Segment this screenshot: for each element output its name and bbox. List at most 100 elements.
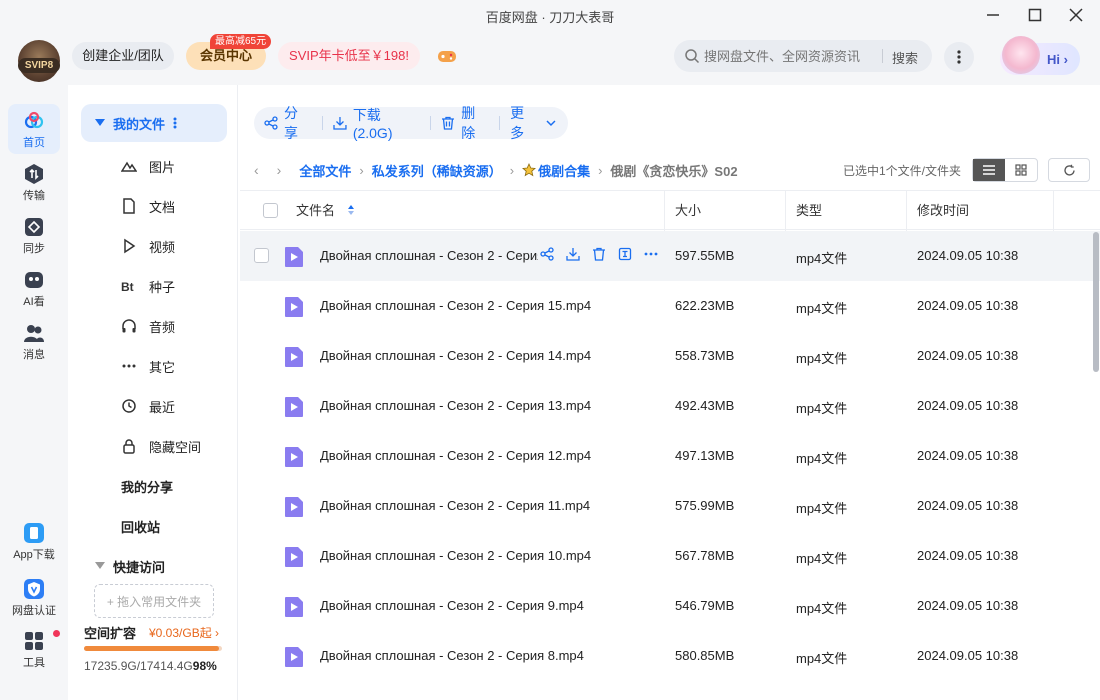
file-type: mp4文件 [796, 651, 848, 666]
column-type[interactable]: 类型 [786, 191, 907, 231]
video-file-icon [284, 246, 304, 268]
share-icon[interactable] [540, 247, 554, 261]
sidebar-item-documents[interactable]: 文档 [81, 187, 227, 225]
caret-down-icon [95, 562, 105, 569]
delete-button[interactable]: 删除 [431, 105, 499, 141]
file-name[interactable]: Двойная сплошная - Сезон 2 - Серия 11.mp… [320, 498, 590, 513]
file-type: mp4文件 [796, 451, 848, 466]
sync-icon [25, 218, 43, 236]
file-size: 622.23MB [675, 298, 735, 313]
sidebar-my-share[interactable]: 我的分享 [81, 467, 227, 505]
space-expand-title[interactable]: 空间扩容 [84, 623, 136, 642]
sidebar-item-images[interactable]: 图片 [81, 147, 227, 185]
torrent-icon: Bt [121, 280, 134, 294]
sidebar-item-hidden-space[interactable]: 隐藏空间 [81, 427, 227, 465]
table-row[interactable]: Двойная сплошная - Сезон 2 - Серия 8.mp4… [240, 631, 1100, 681]
file-size: 492.43MB [675, 398, 735, 413]
file-name[interactable]: Двойная сплошная - Сезон 2 - Серия 9.mp4 [320, 598, 584, 613]
select-all-checkbox[interactable] [263, 203, 278, 218]
move-icon[interactable] [618, 247, 632, 261]
table-row[interactable]: Двойная сплошная - Сезон 2 - Серия 11.mp… [240, 481, 1100, 531]
more-icon[interactable] [644, 247, 658, 261]
list-view-button[interactable] [973, 159, 1005, 181]
back-arrow-icon[interactable]: ‹ [254, 162, 259, 178]
file-name[interactable]: Двойная сплошная - Сезон 2 - Серия 15.mp… [320, 298, 591, 313]
rail-sync[interactable]: 同步 [8, 210, 60, 260]
breadcrumb-private-series[interactable]: 私发系列（稀缺资源） [372, 161, 502, 180]
quick-access-drop-zone[interactable]: + 拖入常用文件夹 [94, 584, 214, 618]
rail-messages[interactable]: 消息 [8, 316, 60, 366]
space-expand-price[interactable]: ¥0.03/GB起 › [149, 624, 219, 641]
list-view-icon [983, 165, 995, 175]
sidebar-item-recent[interactable]: 最近 [81, 387, 227, 425]
column-size[interactable]: 大小 [665, 191, 786, 231]
file-toolbar: 分享 下载(2.0G) 删除 更多 [254, 105, 568, 141]
table-row[interactable]: Двойная сплошная - Сезон 2 - Серия 16.mp… [240, 231, 1100, 281]
file-modified-time: 2024.09.05 10:38 [917, 598, 1019, 613]
tools-notification-dot [53, 630, 60, 637]
search-button[interactable]: 搜索 [892, 48, 918, 67]
file-type: mp4文件 [796, 601, 848, 616]
table-row[interactable]: Двойная сплошная - Сезон 2 - Серия 9.mp4… [240, 581, 1100, 631]
breadcrumb-separator: › [359, 162, 364, 178]
search-divider [882, 49, 883, 63]
minimize-button[interactable] [978, 4, 1008, 26]
table-row[interactable]: Двойная сплошная - Сезон 2 - Серия 12.mp… [240, 431, 1100, 481]
maximize-icon [1028, 8, 1042, 22]
sidebar-my-files[interactable]: 我的文件 [81, 104, 227, 142]
create-enterprise-button[interactable]: 创建企业/团队 [72, 42, 174, 70]
svip-promo-button[interactable]: SVIP年卡低至￥198! [278, 42, 420, 70]
breadcrumb-all-files[interactable]: 全部文件 [299, 161, 351, 180]
rail-app-download[interactable]: App下载 [8, 516, 60, 566]
sidebar-recycle-bin[interactable]: 回收站 [81, 507, 227, 545]
rail-home[interactable]: 首页 [8, 104, 60, 154]
sidebar-item-videos[interactable]: 视频 [81, 227, 227, 265]
scrollbar[interactable] [1093, 232, 1099, 372]
download-button[interactable]: 下载(2.0G) [323, 107, 430, 141]
search-input[interactable] [704, 46, 874, 66]
file-modified-time: 2024.09.05 10:38 [917, 548, 1019, 563]
file-name[interactable]: Двойная сплошная - Сезон 2 - Серия 14.mp… [320, 348, 591, 363]
download-icon[interactable] [566, 247, 580, 261]
file-modified-time: 2024.09.05 10:38 [917, 498, 1019, 513]
file-name[interactable]: Двойная сплошная - Сезон 2 - Серия 13.mp… [320, 398, 591, 413]
kebab-icon[interactable] [173, 117, 177, 129]
more-menu-button[interactable] [944, 42, 974, 72]
sidebar-item-other[interactable]: 其它 [81, 347, 227, 385]
column-name[interactable]: 文件名 [286, 191, 665, 231]
sidebar-quick-access[interactable]: 快捷访问 [81, 547, 227, 585]
grid-view-button[interactable] [1005, 159, 1037, 181]
file-name[interactable]: Двойная сплошная - Сезон 2 - Серия 8.mp4 [320, 648, 584, 663]
column-modified[interactable]: 修改时间 [907, 191, 1054, 231]
rail-verification[interactable]: 网盘认证 [8, 572, 60, 622]
file-name[interactable]: Двойная сплошная - Сезон 2 - Серия 12.mp… [320, 448, 591, 463]
maximize-button[interactable] [1020, 4, 1050, 26]
game-icon[interactable] [437, 47, 457, 65]
table-row[interactable]: Двойная сплошная - Сезон 2 - Серия 15.mp… [240, 281, 1100, 331]
storage-usage-fill [84, 646, 220, 651]
table-row[interactable]: Двойная сплошная - Сезон 2 - Серия 10.mp… [240, 531, 1100, 581]
forward-arrow-icon[interactable]: › [277, 162, 282, 178]
file-name[interactable]: Двойная сплошная - Сезон 2 - Серия 10.mp… [320, 548, 591, 563]
storage-usage-bar [84, 646, 222, 651]
lock-icon [123, 439, 135, 454]
rail-transfer[interactable]: 传输 [8, 157, 60, 207]
trash-icon[interactable] [592, 247, 606, 261]
row-checkbox[interactable] [254, 248, 269, 263]
table-row[interactable]: Двойная сплошная - Сезон 2 - Серия 13.mp… [240, 381, 1100, 431]
file-modified-time: 2024.09.05 10:38 [917, 248, 1019, 263]
file-size: 575.99MB [675, 498, 735, 513]
share-button[interactable]: 分享 [254, 105, 322, 141]
rail-ai-watch[interactable]: AI看 [8, 263, 60, 313]
trash-icon [442, 116, 455, 130]
more-button[interactable]: 更多 [500, 105, 568, 141]
sidebar-item-audio[interactable]: 音频 [81, 307, 227, 345]
video-file-icon [284, 646, 304, 668]
file-name[interactable]: Двойная сплошная - Сезон 2 - Серия 16.mp… [320, 248, 538, 263]
refresh-button[interactable] [1048, 158, 1090, 182]
breadcrumb-russian-dramas[interactable]: 俄剧合集 [538, 161, 590, 180]
table-row[interactable]: Двойная сплошная - Сезон 2 - Серия 14.mp… [240, 331, 1100, 381]
assistant-avatar[interactable] [1002, 36, 1040, 74]
sidebar-item-torrents[interactable]: Bt 种子 [81, 267, 227, 305]
close-button[interactable] [1061, 4, 1091, 26]
